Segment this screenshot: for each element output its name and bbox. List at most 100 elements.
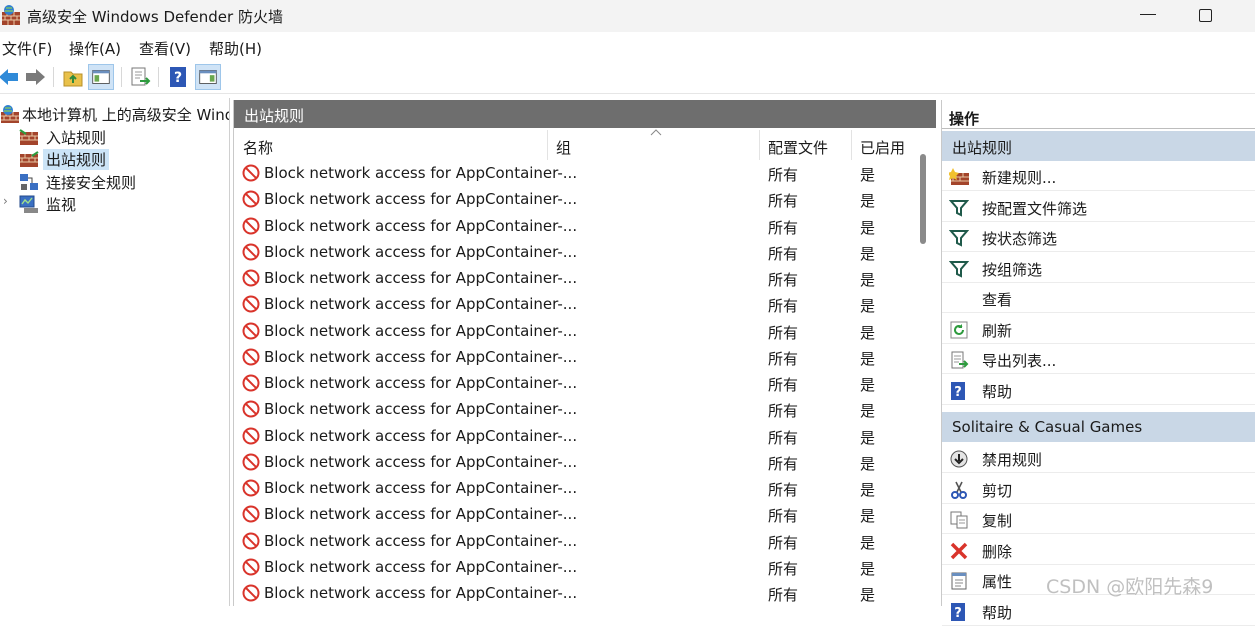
table-row[interactable]: Block network access for AppContainer-..… xyxy=(234,502,914,528)
rule-name: Block network access for AppContainer-..… xyxy=(264,452,578,471)
rule-profile: 所有 xyxy=(768,271,799,289)
console-tree: 本地计算机 上的高级安全 Windows Defender 防火墙 入站规则 出… xyxy=(0,98,230,606)
table-row[interactable]: Block network access for AppContainer-..… xyxy=(234,292,914,318)
menu-view[interactable]: 查看(V) xyxy=(139,38,191,59)
action-help[interactable]: ? 帮助 xyxy=(942,596,1255,626)
maximize-button[interactable] xyxy=(1199,9,1212,22)
table-row[interactable]: Block network access for AppContainer-..… xyxy=(234,476,914,502)
tree-item-label: 入站规则 xyxy=(46,129,107,147)
table-row[interactable]: Block network access for AppContainer-..… xyxy=(234,319,914,345)
block-rule-icon xyxy=(242,505,260,527)
action-filter[interactable]: 按状态筛选 xyxy=(942,222,1255,252)
rule-enabled: 是 xyxy=(860,271,876,289)
rule-enabled: 是 xyxy=(860,349,876,368)
column-header-profile[interactable]: 配置文件 xyxy=(759,130,851,160)
rule-name: Block network access for AppContainer-..… xyxy=(264,216,578,235)
column-header-group[interactable]: 组 xyxy=(547,130,759,160)
action-view[interactable]: 查看 xyxy=(942,283,1255,313)
section-header-label: Solitaire & Casual Games xyxy=(952,418,1143,436)
rules-list: Block network access for AppContainer-..… xyxy=(234,161,914,606)
action-cut[interactable]: 剪切 xyxy=(942,474,1255,504)
action-disable-rule[interactable]: 禁用规则 xyxy=(942,443,1255,473)
rule-name: Block network access for AppContainer-..… xyxy=(264,347,578,366)
table-row[interactable]: Block network access for AppContainer-..… xyxy=(234,555,914,581)
show-hide-console-tree-icon[interactable] xyxy=(88,64,114,90)
rule-enabled: 是 xyxy=(860,192,876,211)
rule-profile: 所有 xyxy=(768,218,799,237)
svg-text:?: ? xyxy=(954,385,962,400)
panel-header: 出站规则 xyxy=(234,100,936,128)
copy-icon xyxy=(949,510,969,534)
menu-file[interactable]: 文件(F) xyxy=(2,38,52,59)
table-row[interactable]: Block network access for AppContainer-..… xyxy=(234,187,914,213)
column-header-name[interactable]: 名称 xyxy=(234,130,547,160)
vertical-scrollbar[interactable] xyxy=(920,154,926,244)
rule-enabled: 是 xyxy=(860,507,876,526)
rule-enabled: 是 xyxy=(860,402,876,421)
rule-profile: 所有 xyxy=(768,533,799,552)
rule-profile: 所有 xyxy=(768,297,799,316)
help-icon[interactable]: ? xyxy=(165,64,191,90)
block-rule-icon xyxy=(242,269,260,291)
action-copy[interactable]: 复制 xyxy=(942,504,1255,534)
table-row[interactable]: Block network access for AppContainer-..… xyxy=(234,214,914,240)
rule-name: Block network access for AppContainer-..… xyxy=(264,295,578,314)
rule-profile: 所有 xyxy=(768,454,799,473)
rule-enabled: 是 xyxy=(860,454,876,473)
action-refresh[interactable]: 刷新 xyxy=(942,314,1255,344)
expand-chevron-icon[interactable]: › xyxy=(3,194,8,208)
rule-profile: 所有 xyxy=(768,481,799,499)
rule-enabled: 是 xyxy=(860,533,876,552)
table-row[interactable]: Block network access for AppContainer-..… xyxy=(234,240,914,266)
rule-name: Block network access for AppContainer-..… xyxy=(264,374,578,392)
window-title: 高级安全 Windows Defender 防火墙 xyxy=(27,8,283,26)
table-row[interactable]: Block network access for AppContainer-..… xyxy=(234,371,914,397)
rule-profile: 所有 xyxy=(768,166,799,184)
rule-enabled: 是 xyxy=(860,166,876,184)
rule-enabled: 是 xyxy=(860,428,876,447)
show-hide-action-pane-icon[interactable] xyxy=(195,64,221,90)
table-row[interactable]: Block network access for AppContainer-..… xyxy=(234,266,914,292)
block-rule-icon xyxy=(242,190,260,212)
action-filter[interactable]: 按组筛选 xyxy=(942,253,1255,283)
action-label: 按配置文件筛选 xyxy=(982,199,1088,218)
export-list-icon[interactable] xyxy=(127,64,153,90)
action-new-rule[interactable]: 新建规则... xyxy=(942,161,1255,191)
action-delete[interactable]: 删除 xyxy=(942,535,1255,565)
table-row[interactable]: Block network access for AppContainer-..… xyxy=(234,450,914,476)
filter-icon xyxy=(948,198,970,222)
rule-enabled: 是 xyxy=(860,244,876,263)
rule-name: Block network access for AppContainer-..… xyxy=(264,505,578,524)
menu-action[interactable]: 操作(A) xyxy=(69,38,121,59)
table-row[interactable]: Block network access for AppContainer-..… xyxy=(234,581,914,607)
back-arrow-icon[interactable] xyxy=(0,64,22,90)
watermark: CSDN @欧阳先森9 xyxy=(1046,576,1214,598)
refresh-icon xyxy=(949,320,969,344)
rule-name: Block network access for AppContainer-..… xyxy=(264,190,578,209)
forward-arrow-icon[interactable] xyxy=(22,64,48,90)
action-divider xyxy=(942,624,1255,626)
section-header-outbound-rules[interactable]: 出站规则 xyxy=(942,131,1255,161)
action-help[interactable]: ? 帮助 xyxy=(942,375,1255,405)
block-rule-icon xyxy=(242,348,260,370)
tree-item-label: 出站规则 xyxy=(43,149,110,170)
menu-help[interactable]: 帮助(H) xyxy=(209,38,262,59)
firewall-icon xyxy=(1,105,19,123)
column-header-enabled[interactable]: 已启用 xyxy=(851,130,916,160)
up-folder-icon[interactable] xyxy=(60,64,86,90)
table-row[interactable]: Block network access for AppContainer-..… xyxy=(234,397,914,423)
table-row[interactable]: Block network access for AppContainer-..… xyxy=(234,424,914,450)
table-row[interactable]: Block network access for AppContainer-..… xyxy=(234,161,914,187)
action-divider xyxy=(942,403,1255,405)
minimize-button[interactable] xyxy=(1140,14,1156,15)
action-label: 刷新 xyxy=(982,321,1013,340)
action-filter[interactable]: 按配置文件筛选 xyxy=(942,192,1255,222)
action-export-list[interactable]: 导出列表... xyxy=(942,344,1255,374)
section-header-selected-rule[interactable]: Solitaire & Casual Games xyxy=(942,412,1255,442)
svg-text:?: ? xyxy=(174,70,182,86)
rule-profile: 所有 xyxy=(768,349,799,368)
filter-icon xyxy=(948,259,970,283)
table-row[interactable]: Block network access for AppContainer-..… xyxy=(234,345,914,371)
table-row[interactable]: Block network access for AppContainer-..… xyxy=(234,529,914,555)
toolbar: ? xyxy=(0,61,1255,94)
